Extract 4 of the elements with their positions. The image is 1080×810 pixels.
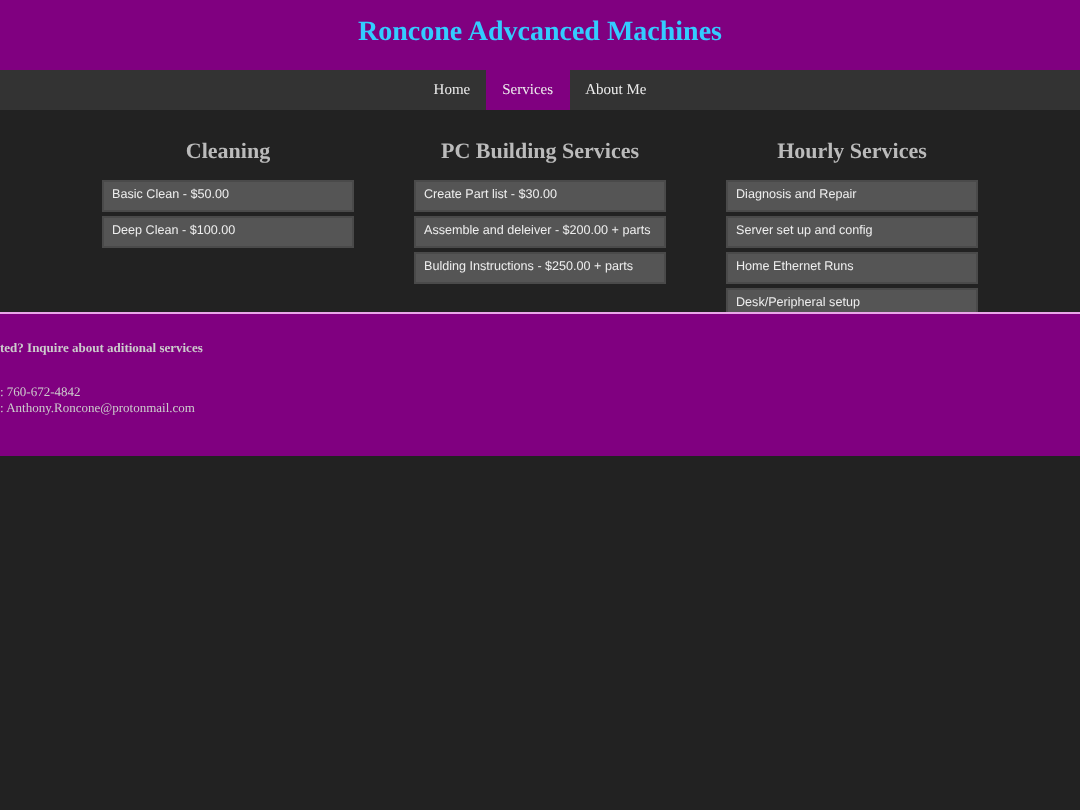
site-title: Roncone Advcanced Machines: [358, 18, 722, 52]
column-heading: PC Building Services: [438, 138, 641, 166]
column-heading: Cleaning: [183, 138, 273, 166]
column-heading: Hourly Services: [775, 138, 929, 166]
